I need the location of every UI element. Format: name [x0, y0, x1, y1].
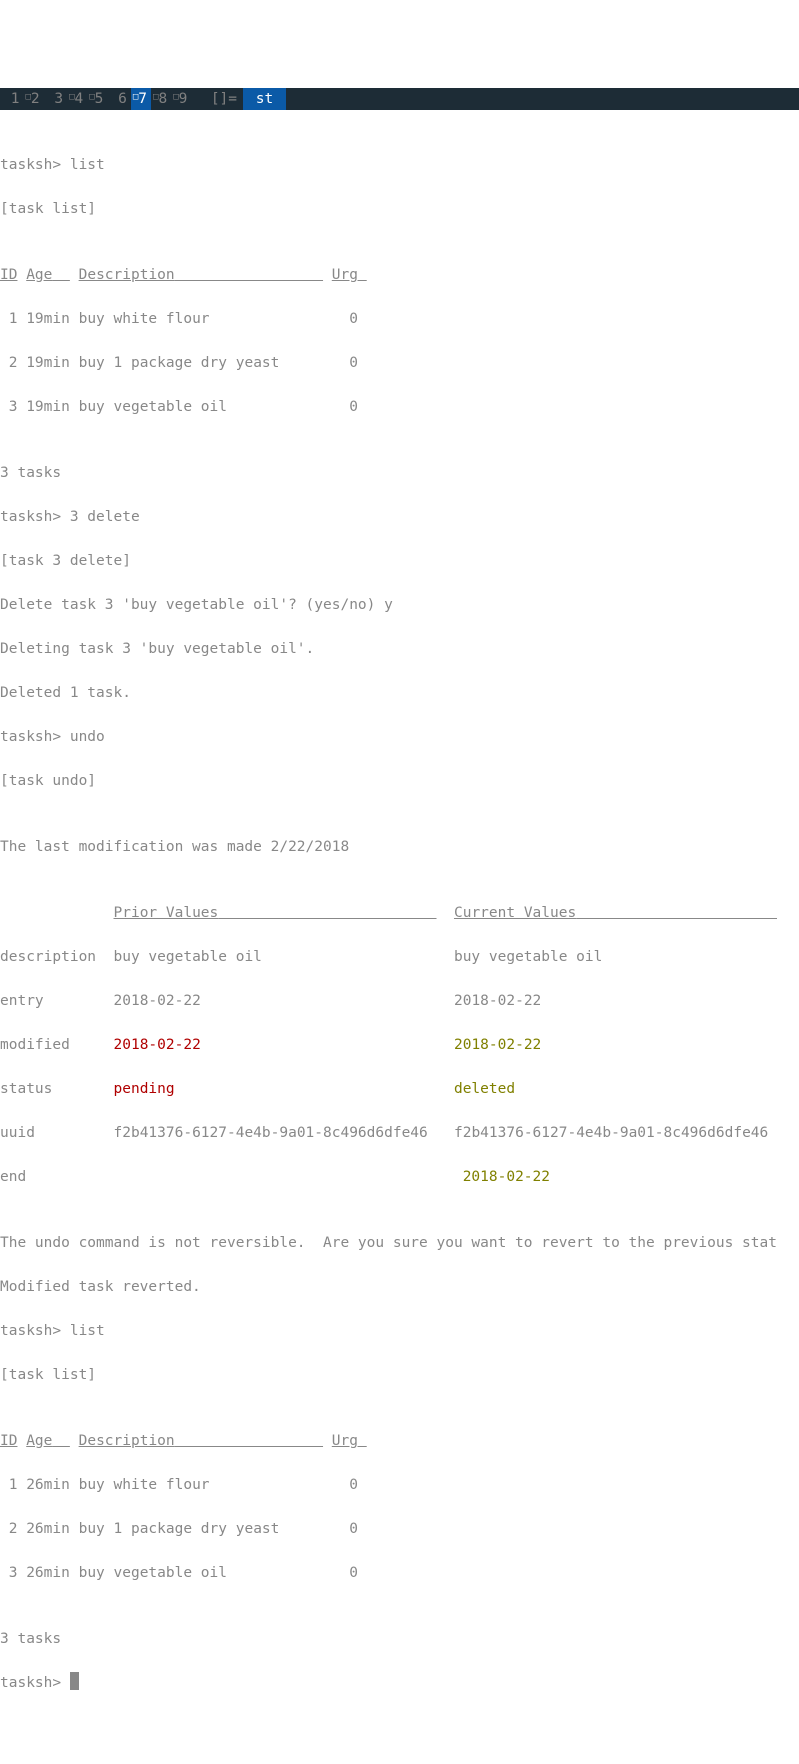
output-line: The last modification was made 2/22/2018: [0, 836, 799, 858]
output-line: Modified task reverted.: [0, 1276, 799, 1298]
prompt-line: tasksh> 3 delete: [0, 506, 799, 528]
window-manager-bar: 1□2 3□4□5 6□7□8□9 []= st: [0, 88, 799, 110]
echo-line: [task list]: [0, 198, 799, 220]
layout-indicator: []=: [191, 88, 239, 110]
echo-line: [task undo]: [0, 770, 799, 792]
window-title: st: [243, 88, 286, 110]
workspace-3[interactable]: 3: [44, 88, 67, 110]
table-row: 2 19min buy 1 package dry yeast 0: [0, 352, 799, 374]
terminal[interactable]: tasksh> list [task list] ID Age Descript…: [0, 132, 799, 1716]
undo-row: uuid f2b41376-6127-4e4b-9a01-8c496d6dfe4…: [0, 1122, 799, 1144]
echo-line: [task 3 delete]: [0, 550, 799, 572]
undo-row: description buy vegetable oil buy vegeta…: [0, 946, 799, 968]
workspace-5[interactable]: □5: [87, 88, 107, 110]
output-line: Deleted 1 task.: [0, 682, 799, 704]
command-text: list: [70, 1323, 105, 1339]
table-row: 3 19min buy vegetable oil 0: [0, 396, 799, 418]
table-header: ID Age Description Urg: [0, 264, 799, 286]
echo-line: [task list]: [0, 1364, 799, 1386]
command-text: list: [70, 157, 105, 173]
workspace-9[interactable]: □9: [171, 88, 191, 110]
table-row: 1 19min buy white flour 0: [0, 308, 799, 330]
undo-row: status pending deleted: [0, 1078, 799, 1100]
summary-line: 3 tasks: [0, 462, 799, 484]
command-text: undo: [70, 729, 105, 745]
prompt-line: tasksh> list: [0, 1320, 799, 1342]
workspace-4[interactable]: □4: [67, 88, 87, 110]
workspace-7[interactable]: □7: [131, 88, 151, 110]
table-row: 3 26min buy vegetable oil 0: [0, 1562, 799, 1584]
workspace-2[interactable]: □2: [23, 88, 43, 110]
table-row: 2 26min buy 1 package dry yeast 0: [0, 1518, 799, 1540]
undo-header: Prior Values Current Values: [0, 902, 799, 924]
prompt-line: tasksh>: [0, 1672, 799, 1694]
prompt-line: tasksh> list: [0, 154, 799, 176]
prompt-line: tasksh> undo: [0, 726, 799, 748]
table-header: ID Age Description Urg: [0, 1430, 799, 1452]
summary-line: 3 tasks: [0, 1628, 799, 1650]
undo-row: end 2018-02-22: [0, 1166, 799, 1188]
workspace-1[interactable]: 1: [0, 88, 23, 110]
undo-row: entry 2018-02-22 2018-02-22: [0, 990, 799, 1012]
table-row: 1 26min buy white flour 0: [0, 1474, 799, 1496]
output-line: Delete task 3 'buy vegetable oil'? (yes/…: [0, 594, 799, 616]
cursor: [70, 1672, 79, 1690]
output-line: Deleting task 3 'buy vegetable oil'.: [0, 638, 799, 660]
command-text: 3 delete: [70, 509, 140, 525]
output-line: The undo command is not reversible. Are …: [0, 1232, 799, 1254]
workspace-6[interactable]: 6: [107, 88, 130, 110]
undo-row: modified 2018-02-22 2018-02-22: [0, 1034, 799, 1056]
workspace-8[interactable]: □8: [151, 88, 171, 110]
